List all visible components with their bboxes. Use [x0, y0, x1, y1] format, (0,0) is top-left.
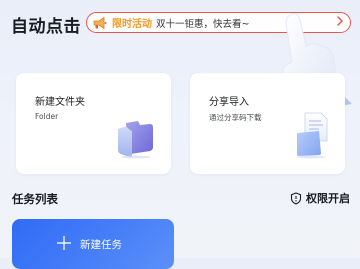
- plus-icon: [56, 234, 72, 254]
- permission-toggle[interactable]: 权限开启: [290, 190, 350, 206]
- shield-icon: [290, 191, 302, 205]
- folder-icon: [116, 117, 156, 163]
- page-title: 自动点击: [11, 17, 81, 37]
- document-icon: [293, 111, 333, 163]
- share-import-title: 分享导入: [209, 97, 249, 108]
- share-import-subtitle: 通过分享码下载: [209, 113, 262, 122]
- permission-label: 权限开启: [306, 192, 350, 205]
- task-list-title: 任务列表: [12, 192, 58, 206]
- new-folder-title: 新建文件夹: [35, 97, 85, 108]
- promo-text: 双十一钜惠，快去看~: [156, 18, 250, 30]
- megaphone-icon: [90, 13, 110, 33]
- new-task-button[interactable]: 新建任务: [12, 219, 174, 269]
- promo-tag: 限时活动: [112, 19, 152, 30]
- new-folder-subtitle: Folder: [35, 112, 59, 121]
- new-folder-card[interactable]: 新建文件夹 Folder: [16, 73, 171, 174]
- share-import-card[interactable]: 分享导入 通过分享码下载: [190, 73, 345, 174]
- new-task-label: 新建任务: [80, 238, 122, 251]
